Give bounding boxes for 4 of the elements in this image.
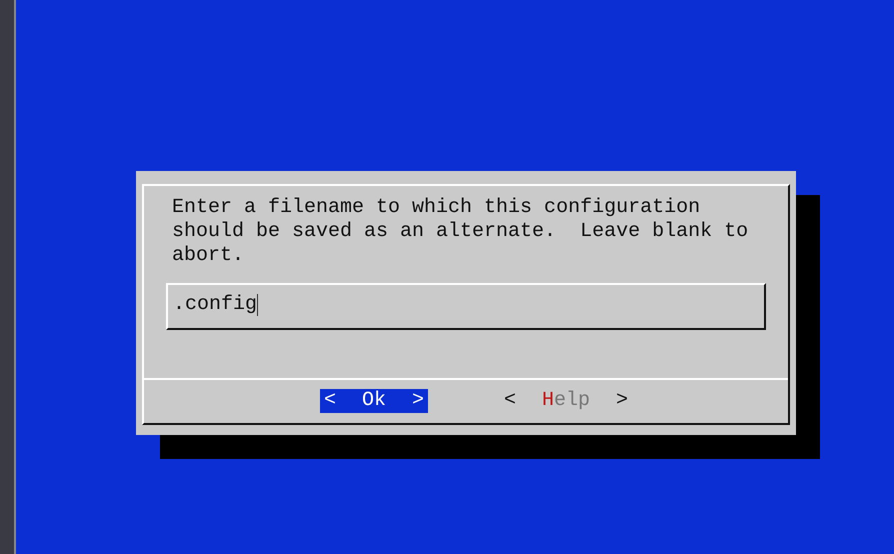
dialog-button[interactable]: < Ok > <box>320 389 428 413</box>
dialog-button[interactable]: < Help > <box>500 389 632 413</box>
filename-input-field[interactable]: .config <box>166 283 766 330</box>
dialog-message: Enter a filename to which this configuration should be saved as an alternate. Leave blank to abort. <box>172 196 750 268</box>
